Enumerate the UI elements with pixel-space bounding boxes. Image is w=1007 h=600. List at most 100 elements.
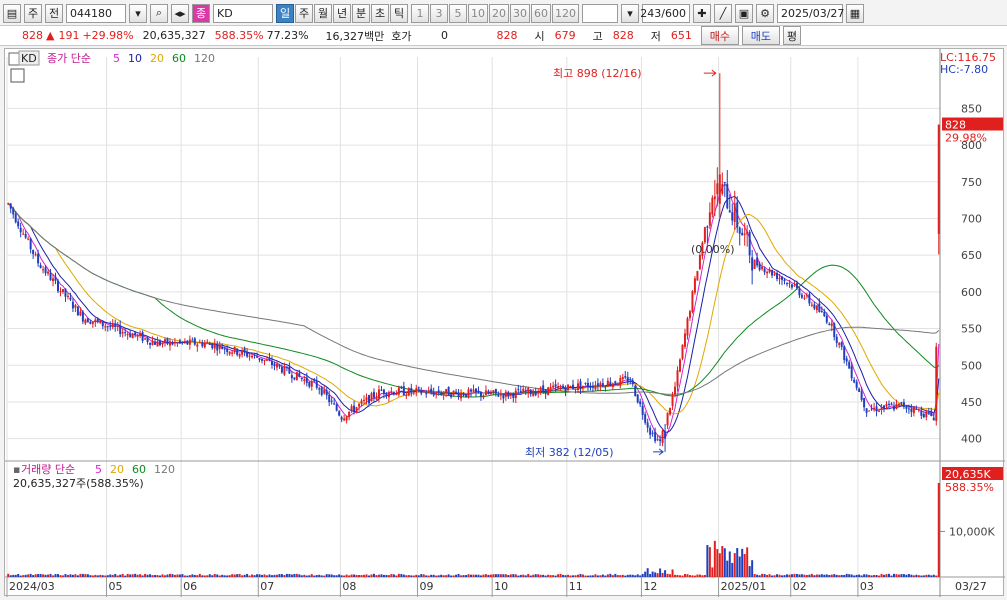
volume-bar (805, 575, 808, 577)
volume-bar (773, 575, 776, 577)
candle-body (614, 381, 617, 384)
volume-bar (674, 574, 677, 577)
volume-bar (875, 574, 878, 577)
avg-button[interactable]: 평 (782, 26, 801, 45)
volume-bar (417, 575, 420, 577)
indicator-input[interactable]: KD (213, 3, 273, 23)
date-input[interactable]: 2025/03/27 (777, 3, 844, 23)
volume-bar (768, 574, 771, 577)
volume-bar (74, 574, 77, 577)
candle-body (161, 343, 164, 345)
period-button-주[interactable]: 주 (295, 3, 313, 23)
candle-body (61, 289, 64, 292)
code-dropdown-icon[interactable]: ▾ (129, 3, 147, 23)
minute-custom-input[interactable] (582, 3, 618, 23)
minute-dropdown-icon[interactable]: ▾ (621, 3, 639, 23)
candle-body (9, 203, 12, 209)
minute-button-60[interactable]: 60 (531, 3, 551, 23)
volume-bar (270, 575, 273, 577)
candle-body (390, 391, 393, 393)
candle-body (883, 405, 886, 409)
volume-bar (193, 574, 196, 577)
chart-menu-icon[interactable]: ▤ (3, 3, 21, 23)
volume-bar (161, 574, 164, 577)
volume-bar (577, 574, 579, 577)
volume-bar (474, 574, 477, 577)
volume-bar (440, 574, 443, 577)
buy-button[interactable]: 매수 (700, 26, 739, 45)
market2-select[interactable]: 전 (45, 3, 63, 23)
candle-body (741, 232, 744, 236)
candle-body (539, 387, 542, 392)
minute-button-30[interactable]: 30 (510, 3, 530, 23)
period-button-년[interactable]: 년 (333, 3, 351, 23)
candle-body (863, 398, 866, 408)
calendar-icon[interactable]: ▦ (846, 3, 864, 23)
settings-icon[interactable]: ⚙ (756, 3, 774, 23)
candle-body (683, 333, 686, 347)
minute-button-20[interactable]: 20 (489, 3, 509, 23)
market-select[interactable]: 주 (24, 3, 42, 23)
candle-body (241, 350, 244, 355)
minute-button-10[interactable]: 10 (468, 3, 488, 23)
candle-body (820, 311, 823, 313)
save-icon[interactable]: ▣ (735, 3, 753, 23)
period-button-초[interactable]: 초 (371, 3, 389, 23)
volume-last-tag: 20,635K (945, 468, 991, 481)
volume-bar (106, 575, 109, 577)
candle-body (686, 318, 689, 336)
volume-bar (853, 575, 856, 577)
candle-body (395, 393, 398, 396)
period-button-일[interactable]: 일 (276, 3, 294, 23)
volume-bar (788, 574, 791, 577)
mid-annotation: (0.00%) (691, 243, 735, 256)
candle-body (698, 255, 701, 269)
candle-body (57, 280, 59, 292)
candle-body (746, 231, 749, 235)
candle-body (527, 387, 530, 393)
stock-chart[interactable]: 400 450 500 550 600 650 700 750 800 850 2024/03 05 0… (4, 48, 1005, 597)
candle-body (591, 385, 594, 388)
volume-bar (800, 574, 803, 577)
candle-body (193, 338, 196, 345)
volume-bar (298, 574, 301, 577)
minute-button-1[interactable]: 1 (411, 3, 429, 23)
candle-body (253, 354, 256, 356)
candle-body (300, 377, 303, 379)
group-icon[interactable]: 종 (192, 3, 210, 23)
volume-bar (472, 574, 475, 577)
volume-bar (820, 574, 823, 577)
candle-body (343, 418, 346, 421)
count-input[interactable]: 243/600 (640, 3, 690, 23)
sell-button[interactable]: 매도 (741, 26, 780, 45)
volume-bar (450, 575, 453, 577)
candle-body (380, 389, 383, 391)
candle-body (674, 386, 677, 395)
candle-body (89, 321, 92, 324)
minute-button-5[interactable]: 5 (449, 3, 467, 23)
candle-body (554, 384, 557, 387)
draw-line-icon[interactable]: ╱ (714, 3, 732, 23)
candle-body (37, 253, 40, 264)
stock-code-input[interactable]: 044180 (66, 3, 126, 23)
candle-body (196, 344, 199, 347)
minute-button-120[interactable]: 120 (552, 3, 579, 23)
crosshair-icon[interactable]: ✚ (693, 3, 711, 23)
volume-bar (173, 574, 176, 577)
sound-icon[interactable]: ◂▸ (171, 3, 189, 23)
candle-body (96, 318, 99, 322)
period-button-틱[interactable]: 틱 (390, 3, 408, 23)
volume-bar (509, 574, 512, 577)
candle-body (639, 401, 642, 405)
volume-bar (751, 560, 754, 577)
volume-bar (163, 575, 166, 577)
low-annotation: 최저 382 (12/05) (525, 446, 614, 459)
period-button-분[interactable]: 분 (352, 3, 370, 23)
search-icon[interactable]: ⌕ (150, 3, 168, 23)
volume-bar (136, 574, 139, 577)
candle-body (141, 332, 144, 341)
candle-body (669, 408, 672, 415)
period-button-월[interactable]: 월 (314, 3, 332, 23)
minute-button-3[interactable]: 3 (430, 3, 448, 23)
volume-bar (522, 574, 525, 577)
